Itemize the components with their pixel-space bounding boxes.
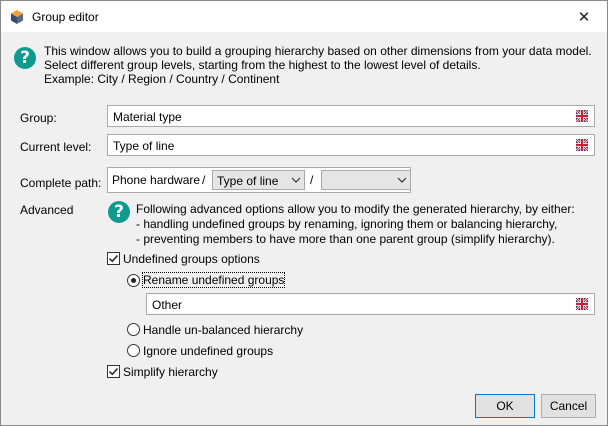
intro-line-3: Example: City / Region / Country / Conti…: [44, 72, 280, 86]
ok-button[interactable]: OK: [475, 394, 535, 418]
ignore-radio[interactable]: [127, 344, 140, 357]
simplify-checkbox[interactable]: [107, 365, 120, 378]
radio-dot: [131, 278, 136, 283]
level-select-value: Type of line: [217, 174, 279, 188]
chevron-down-icon: [291, 177, 301, 183]
advanced-line-1: Following advanced options allow you to …: [136, 202, 575, 216]
path-root: Phone hardware: [112, 173, 201, 187]
help-icon: ?: [14, 47, 36, 69]
intro-line-2: Select different group levels, starting …: [44, 58, 481, 72]
current-level-value: Type of line: [113, 139, 175, 153]
checkmark-icon: [108, 367, 119, 376]
current-level-field[interactable]: Type of line: [107, 134, 595, 156]
complete-path-box: Phone hardware / Type of line /: [107, 167, 411, 193]
rename-radio[interactable]: [127, 274, 140, 287]
rename-value: Other: [152, 298, 183, 312]
group-value: Material type: [113, 110, 182, 124]
advanced-line-2: - handling undefined groups by renaming,…: [136, 217, 558, 231]
advanced-line-3: - preventing members to have more than o…: [136, 232, 555, 246]
chevron-down-icon: [397, 177, 407, 183]
current-level-label: Current level:: [20, 140, 92, 154]
group-label: Group:: [20, 111, 57, 125]
group-field[interactable]: Material type: [107, 105, 595, 127]
flag-icon[interactable]: [576, 110, 588, 122]
undefined-groups-checkbox[interactable]: [107, 252, 120, 265]
level-select[interactable]: Type of line: [212, 170, 305, 190]
unbalanced-label[interactable]: Handle un-balanced hierarchy: [143, 323, 303, 337]
group-editor-window: Group editor ✕ ? This window allows you …: [0, 0, 608, 426]
title-bar: Group editor ✕: [1, 1, 607, 32]
app-cube-icon: [11, 10, 23, 24]
path-separator: /: [310, 173, 314, 187]
close-icon: ✕: [577, 8, 591, 26]
intro-text: This window allows you to build a groupi…: [44, 44, 592, 86]
unbalanced-radio[interactable]: [127, 323, 140, 336]
help-icon: ?: [108, 201, 130, 223]
advanced-label: Advanced: [20, 203, 74, 217]
intro-line-1: This window allows you to build a groupi…: [44, 44, 592, 58]
rename-value-field[interactable]: Other: [146, 293, 595, 315]
checkmark-icon: [108, 254, 119, 263]
cancel-button[interactable]: Cancel: [541, 394, 596, 418]
path-separator: /: [202, 173, 206, 187]
undefined-groups-label[interactable]: Undefined groups options: [123, 252, 260, 266]
next-level-select[interactable]: [321, 170, 411, 190]
window-title: Group editor: [32, 10, 99, 24]
rename-label[interactable]: Rename undefined groups: [141, 272, 286, 288]
advanced-text: Following advanced options allow you to …: [136, 202, 575, 247]
simplify-label[interactable]: Simplify hierarchy: [123, 365, 218, 379]
ignore-label[interactable]: Ignore undefined groups: [143, 344, 273, 358]
flag-icon[interactable]: [576, 298, 588, 310]
close-button[interactable]: ✕: [561, 1, 607, 32]
flag-icon[interactable]: [576, 139, 588, 151]
complete-path-label: Complete path:: [20, 176, 102, 190]
